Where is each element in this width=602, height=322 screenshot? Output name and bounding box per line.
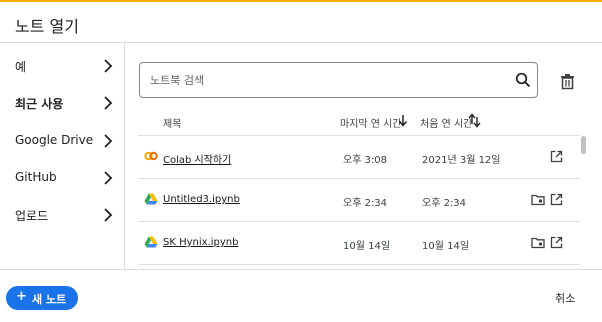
dialog-title: 노트 열기 [15,17,79,36]
table-row[interactable]: Untitled3.ipynb 오후 2:34 오후 2:34 [138,179,580,221]
sidebar-item-label: 최근 사용 [15,97,64,111]
search-input[interactable] [150,71,510,89]
first-opened-cell: 오후 2:34 [422,198,467,209]
plus-icon: + [16,289,27,304]
sidebar-item-label: GitHub [15,170,57,184]
open-in-new-tab-icon[interactable] [550,193,563,206]
column-header-first-opened[interactable]: 처음 연 시간 [420,115,472,130]
sidebar-divider [124,43,125,269]
search-box[interactable] [139,62,538,98]
sort-descending-icon[interactable] [398,114,408,127]
chevron-right-icon [104,59,113,73]
column-header-last-opened[interactable]: 마지막 연 시간 [340,115,402,130]
first-opened-cell: 10월 14일 [422,241,470,252]
last-opened-cell: 오후 2:34 [343,198,388,209]
sidebar-item-label: 업로드 [15,209,49,223]
last-opened-cell: 오후 3:08 [343,155,388,166]
open-in-new-tab-icon[interactable] [550,150,563,163]
sidebar-item-upload[interactable]: 업로드 [0,199,124,231]
first-opened-cell: 2021년 3월 12일 [422,155,501,166]
sidebar-item-recent[interactable]: 최근 사용 [0,87,124,119]
column-header-title[interactable]: 제목 [163,115,181,130]
chevron-right-icon [104,134,113,148]
table-row[interactable]: SK Hynix.ipynb 10월 14일 10월 14일 [138,222,580,264]
folder-icon[interactable] [531,193,545,206]
google-drive-icon [144,236,158,248]
sidebar: 예 최근 사용 Google Drive GitHub 업로드 [0,43,124,269]
file-name-link[interactable]: Untitled3.ipynb [163,194,240,205]
google-drive-icon [144,193,158,205]
sidebar-item-google-drive[interactable]: Google Drive [0,125,124,157]
chevron-right-icon [104,96,113,110]
sort-icon[interactable] [468,113,481,128]
chevron-right-icon [104,208,113,222]
colab-icon [144,151,158,161]
row-divider [138,264,580,265]
cancel-button[interactable]: 취소 [555,290,575,306]
sidebar-item-label: Google Drive [15,133,94,147]
file-name-link[interactable]: Colab 시작하기 [163,151,231,166]
sidebar-item-label: 예 [15,60,27,74]
chevron-right-icon [104,171,113,185]
last-opened-cell: 10월 14일 [343,241,391,252]
new-notebook-button[interactable]: + 새 노트 [6,286,78,310]
footer-divider [0,269,602,270]
new-notebook-label: 새 노트 [32,293,67,306]
file-name-link[interactable]: SK Hynix.ipynb [163,237,238,248]
search-icon[interactable] [515,72,531,88]
top-accent-bar [0,0,602,2]
open-in-new-tab-icon[interactable] [550,236,563,249]
trash-icon[interactable] [560,73,575,90]
sidebar-item-examples[interactable]: 예 [0,50,124,82]
sidebar-item-github[interactable]: GitHub [0,162,124,194]
folder-icon[interactable] [531,236,545,249]
scrollbar-thumb[interactable] [581,136,586,154]
table-row[interactable]: Colab 시작하기 오후 3:08 2021년 3월 12일 [138,136,580,178]
